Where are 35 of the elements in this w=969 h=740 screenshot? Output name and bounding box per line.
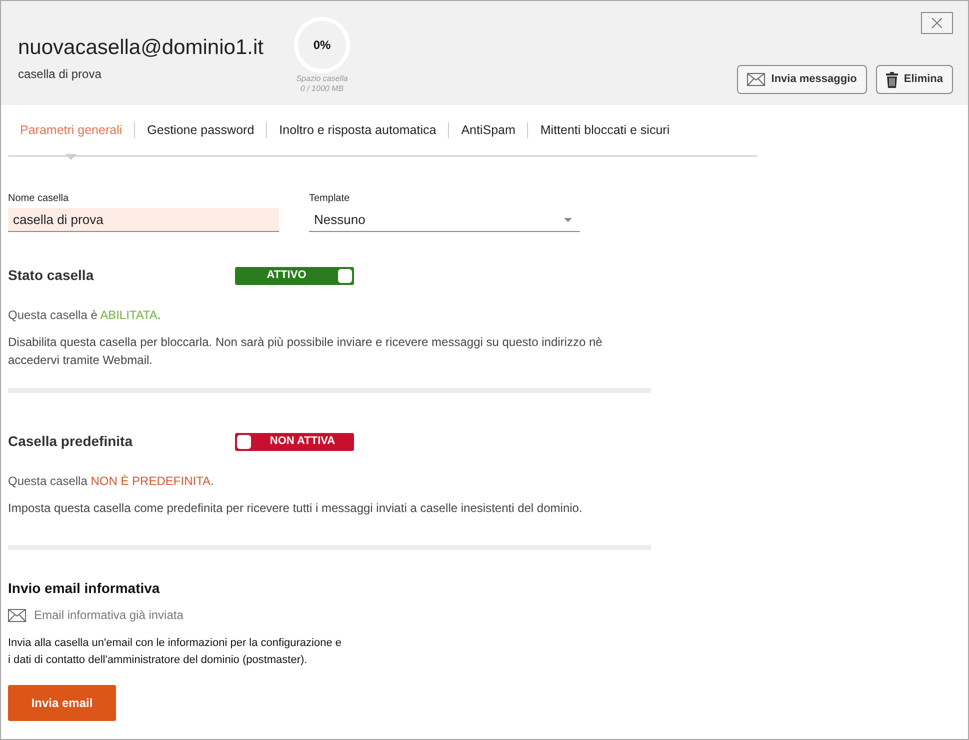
info-description: i dati di contatto dell'amministratore del dominio (postmaster).: [8, 653, 308, 668]
tab[interactable]: Gestione password: [135, 120, 266, 140]
close-icon: [931, 17, 943, 29]
close-button[interactable]: [921, 12, 953, 34]
setting-title: Stato casella: [8, 266, 95, 285]
toggle-switch[interactable]: ATTIVO: [235, 266, 354, 284]
trash-icon: [886, 72, 898, 88]
usage-amount: 0 / 1000 MB: [299, 83, 345, 95]
tab[interactable]: Mittenti bloccati e sicuri: [528, 120, 682, 140]
tab[interactable]: AntiSpam: [449, 120, 528, 140]
setting-description: Disabilita questa casella per bloccarla. Non sarà più possibile inviare e ricevere messaggi su questo indirizzo nè accedervi tramite Webmail.: [8, 334, 604, 369]
usage-percent: 0%: [313, 37, 331, 54]
info-description: Invia alla casella un'email con le informazioni per la configurazione e: [8, 636, 343, 651]
setting-description: Imposta questa casella come predefinita per ricevere tutti i messaggi inviati a caselle inesistenti del dominio.: [8, 500, 584, 517]
sent-note: Email informativa già inviata: [34, 607, 184, 624]
envelope-icon: [747, 73, 766, 86]
field-label: Nome casella: [8, 192, 70, 206]
toggle-switch[interactable]: NON ATTIVA: [235, 432, 354, 450]
template-dropdown[interactable]: Nessuno: [309, 208, 580, 232]
status-text: Questa casella è ABILITATA.: [8, 307, 162, 324]
send-email-button[interactable]: Invia email: [8, 685, 116, 721]
send-message-button[interactable]: Invia messaggio: [737, 65, 867, 94]
account-subtitle: casella di prova: [18, 66, 102, 83]
delete-button[interactable]: Elimina: [876, 65, 953, 94]
tab-pointer-icon: [65, 154, 78, 160]
setting-title: Casella predefinita: [8, 432, 134, 451]
section-title: Invio email informativa: [8, 579, 161, 598]
status-text: Questa casella NON È PREDEFINITA.: [8, 473, 215, 490]
caret-icon: [564, 218, 572, 222]
tab[interactable]: Inoltro e risposta automatica: [267, 120, 448, 140]
envelope-icon: [8, 608, 26, 622]
name-input-field[interactable]: casella di prova: [8, 208, 279, 232]
account-title: nuovacasella@dominio1.it: [18, 35, 264, 61]
usage-label: Spazio casella: [295, 73, 349, 85]
field-label: Template: [309, 192, 351, 206]
